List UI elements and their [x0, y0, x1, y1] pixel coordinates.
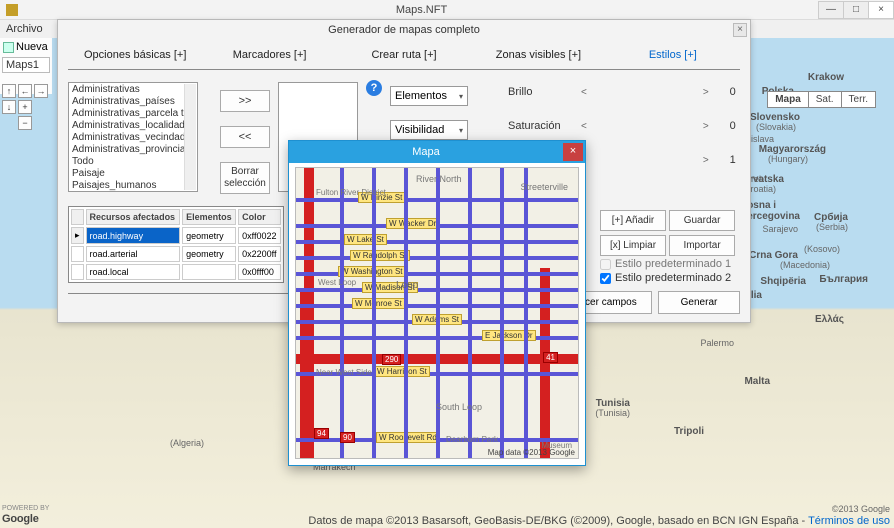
clear-button[interactable]: [x] Limpiar [600, 235, 666, 256]
country-label: Ελλάς [815, 314, 844, 325]
country-label: България [819, 274, 868, 285]
dialog-tabs: Opciones básicas [+] Marcadores [+] Crea… [68, 40, 740, 70]
dec-button[interactable]: < [578, 87, 590, 98]
copyright: ©2013 Google [832, 504, 890, 514]
tab-ruta[interactable]: Crear ruta [+] [337, 49, 471, 61]
maximize-button[interactable]: □ [843, 1, 869, 19]
dec-button[interactable]: < [578, 121, 590, 132]
map-type-switch[interactable]: Mapa Sat. Terr. [767, 91, 876, 108]
window-titlebar[interactable]: Maps.NFT — □ × [0, 0, 894, 20]
clear-selection-button[interactable]: Borrar selección [220, 162, 270, 194]
scrollbar[interactable] [184, 84, 196, 190]
save-button[interactable]: Guardar [669, 210, 735, 231]
dialog-close-button[interactable]: × [733, 23, 747, 37]
map-preview-canvas[interactable]: W Kinzie St W Wacker Dr W Lake St W Rand… [295, 167, 579, 459]
zoom-out-icon[interactable]: − [18, 116, 32, 130]
terms-link[interactable]: Términos de uso [808, 515, 890, 527]
tab-zonas[interactable]: Zonas visibles [+] [471, 49, 605, 61]
map-preview-titlebar[interactable]: Mapa × [289, 141, 585, 163]
inc-button[interactable]: > [700, 155, 712, 166]
map-preview-dialog: Mapa × W Kinzie St W Wacker Dr W Lake St… [288, 140, 586, 466]
city-label: (Macedonia) [780, 260, 830, 270]
map-attribution: Datos de mapa ©2013 Basarsoft, GeoBasis-… [308, 515, 890, 527]
elementos-combo[interactable]: Elementos▾ [390, 86, 468, 106]
add-button[interactable]: [+] Añadir [600, 210, 666, 231]
country-label: Malta [744, 376, 770, 387]
move-right-button[interactable]: >> [220, 90, 270, 112]
preview-attribution: Map data ©2013 Google [488, 448, 575, 457]
table-row[interactable]: road.local 0x0fff00 [71, 264, 281, 280]
tab-marcadores[interactable]: Marcadores [+] [202, 49, 336, 61]
map-type-map[interactable]: Mapa [768, 92, 809, 107]
tab-estilos[interactable]: Estilos [+] [606, 49, 740, 61]
brillo-row: Brillo < > 0 [508, 86, 736, 98]
arrow-left-icon[interactable]: ← [18, 84, 32, 98]
tab-opciones[interactable]: Opciones básicas [+] [68, 49, 202, 61]
move-left-button[interactable]: << [220, 126, 270, 148]
import-button[interactable]: Importar [669, 235, 735, 256]
arrow-up-icon[interactable]: ↑ [2, 84, 16, 98]
city-label: Palermo [700, 338, 734, 348]
features-listbox[interactable]: Administrativas Administrativas_países A… [68, 82, 198, 192]
help-icon[interactable]: ? [366, 80, 382, 96]
map-type-terr[interactable]: Terr. [842, 92, 875, 107]
dialog-title: Generador de mapas completo [328, 24, 480, 36]
minimize-button[interactable]: — [818, 1, 844, 19]
style1-checkbox[interactable]: Estilo predeterminado 1 [600, 258, 740, 270]
saturacion-row: Saturación < > 0 [508, 120, 736, 132]
map-type-sat[interactable]: Sat. [809, 92, 842, 107]
menu-file[interactable]: Archivo [6, 23, 43, 35]
city-label: (Tunisia) [595, 408, 630, 418]
visibilidad-combo[interactable]: Visibilidad▾ [390, 120, 468, 140]
table-row[interactable]: road.arterial geometry 0x2200ff [71, 246, 281, 262]
city-label: (Serbia) [816, 222, 848, 232]
country-label: Tripoli [674, 426, 704, 437]
google-logo: POWERED BY Google [2, 505, 49, 525]
city-label: (Kosovo) [804, 244, 840, 254]
action-buttons: [+] Añadir Guardar [x] Limpiar Importar [600, 210, 740, 260]
inc-button[interactable]: > [700, 121, 712, 132]
style2-checkbox[interactable]: Estilo predeterminado 2 [600, 272, 740, 284]
country-label: Shqipëria [760, 276, 806, 287]
styles-table[interactable]: Recursos afectados Elementos Color ▸ roa… [68, 206, 284, 283]
inc-button[interactable]: > [700, 87, 712, 98]
close-button[interactable]: × [868, 1, 894, 19]
arrow-right-icon[interactable]: → [34, 84, 48, 98]
country-label: Krakow [808, 72, 844, 83]
window-title: Maps.NFT [24, 4, 819, 16]
tab-maps1[interactable]: Maps1 [2, 57, 50, 73]
arrow-down-icon[interactable]: ↓ [2, 100, 16, 114]
table-row[interactable]: ▸ road.highway geometry 0xff0022 [71, 227, 281, 244]
city-label: (Algeria) [170, 438, 204, 448]
pan-controls: ↑ ← → ↓ + − [2, 84, 48, 130]
city-label: (Hungary) [768, 154, 808, 164]
zoom-in-icon[interactable]: + [18, 100, 32, 114]
city-label: (Slovakia) [756, 122, 796, 132]
new-button[interactable]: Nueva [2, 40, 50, 54]
generate-button[interactable]: Generar [658, 291, 740, 314]
city-label: Sarajevo [762, 224, 798, 234]
map-preview-close-button[interactable]: × [563, 143, 583, 161]
new-icon [3, 42, 14, 53]
app-icon [6, 4, 18, 16]
